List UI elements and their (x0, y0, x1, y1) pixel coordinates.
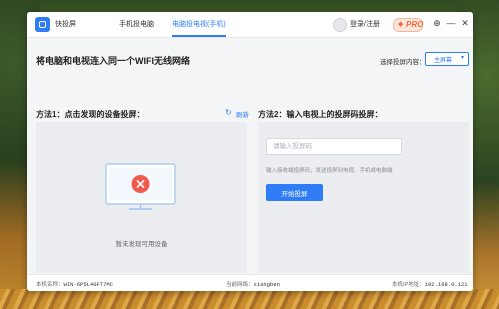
tab-pc-to-tv[interactable]: 电脑投电视(手机) (172, 19, 226, 29)
start-cast-button[interactable]: 开始投屏 (266, 184, 323, 201)
method1-title: 方法1：点击发现的设备投屏： (36, 110, 145, 119)
error-x-icon (131, 175, 150, 193)
login-link[interactable]: 登录/注册 (350, 19, 380, 29)
diamond-icon: ◆ (398, 21, 404, 28)
network-label: 当前网络： (226, 282, 254, 288)
active-tab-indicator (172, 35, 226, 37)
device-name-label: 本机名称： (36, 282, 64, 288)
select-label: 选择投屏内容： (380, 59, 426, 66)
device-list-panel: 暂未发现可用设备 (36, 122, 247, 273)
cast-code-hint: 输入接收端投屏码，发送投屏到电视、手机或电脑端 (266, 168, 393, 174)
status-bar: 本机名称：WIN-6P5L40FT7MC 当前网络：xiangben 本机IP地… (27, 274, 473, 291)
avatar-icon[interactable] (333, 18, 347, 32)
background-leaves (0, 289, 499, 309)
ip-value: 192.168.0.121 (424, 281, 468, 288)
tab-phone-to-pc[interactable]: 手机投电脑 (119, 19, 154, 29)
cast-code-panel: 输入接收端投屏码，发送投屏到电视、手机或电脑端 开始投屏 (258, 122, 469, 273)
close-icon[interactable]: ✕ (459, 17, 471, 30)
app-logo-icon (35, 17, 50, 32)
network-value: xiangben (253, 281, 280, 288)
title-bar: 快投屏 手机投电脑 电脑投电视(手机) 登录/注册 ◆ PRO ⊕ — ✕ (27, 12, 473, 38)
target-icon[interactable]: ⊕ (431, 17, 443, 30)
minimize-icon[interactable]: — (445, 17, 457, 30)
method2-title: 方法2：输入电视上的投屏码投屏： (258, 110, 383, 119)
pro-label: PRO (406, 20, 424, 29)
ip-status: 本机IP地址：192.168.0.121 (392, 280, 468, 288)
device-name-status: 本机名称：WIN-6P5L40FT7MC (36, 280, 113, 288)
device-name-value: WIN-6P5L40FT7MC (63, 281, 114, 288)
refresh-icon[interactable]: ↻ (224, 108, 233, 117)
app-name: 快投屏 (55, 21, 76, 28)
pro-badge[interactable]: ◆ PRO (393, 18, 423, 32)
ip-label: 本机IP地址： (392, 282, 425, 288)
select-value: 主屏幕 (434, 58, 453, 64)
screen-select[interactable]: 主屏幕 ▾ (425, 52, 469, 66)
no-device-text: 暂未发现可用设备 (115, 241, 168, 248)
refresh-button[interactable]: 刷新 (236, 109, 249, 119)
page-title: 将电脑和电视连入同一个WIFI无线网络 (36, 56, 190, 66)
chevron-down-icon: ▾ (460, 55, 464, 61)
network-status: 当前网络：xiangben (226, 280, 280, 288)
monitor-icon (105, 163, 176, 210)
cast-code-input[interactable] (266, 138, 402, 155)
app-window: 快投屏 手机投电脑 电脑投电视(手机) 登录/注册 ◆ PRO ⊕ — ✕ 将电… (27, 12, 473, 291)
